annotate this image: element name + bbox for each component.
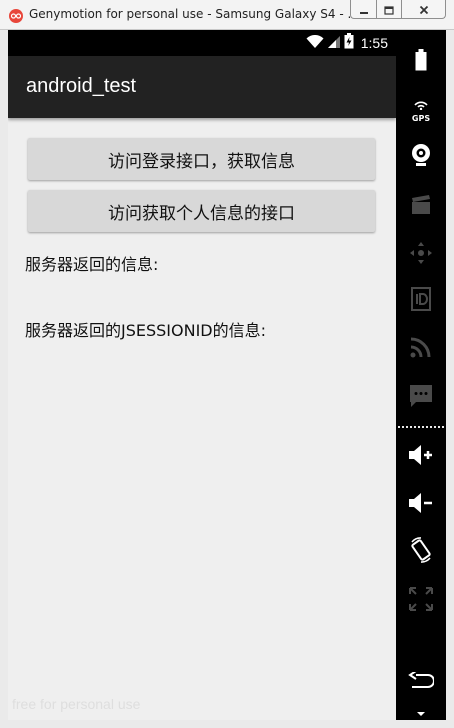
gps-icon bbox=[413, 95, 429, 114]
maximize-icon bbox=[384, 0, 394, 19]
close-icon bbox=[419, 0, 429, 19]
pixel-perfect-button[interactable] bbox=[396, 586, 446, 616]
app-title: android_test bbox=[26, 75, 137, 97]
volume-down-icon bbox=[408, 492, 434, 518]
status-time: 1:55 bbox=[360, 35, 388, 51]
battery-icon bbox=[344, 33, 354, 53]
action-bar: android_test bbox=[8, 56, 396, 118]
cast-icon bbox=[410, 336, 432, 362]
personal-use-watermark: free for personal use bbox=[12, 696, 141, 712]
window-controls bbox=[350, 0, 446, 20]
toolbar-divider bbox=[398, 426, 444, 428]
window-frame-bottom bbox=[0, 720, 454, 728]
window-frame-left bbox=[0, 30, 8, 728]
cast-widget-button[interactable] bbox=[396, 336, 446, 362]
android-screen: 1:55 android_test 访问登录接口，获取信息 访问获取个人信息的接… bbox=[8, 30, 396, 720]
status-bar: 1:55 bbox=[8, 30, 396, 56]
window-frame-right bbox=[446, 30, 454, 728]
gps-widget-button[interactable]: GPS bbox=[396, 95, 446, 123]
webcam-icon bbox=[411, 143, 431, 171]
capture-widget-button[interactable] bbox=[396, 194, 446, 220]
menu-down-icon bbox=[416, 702, 426, 721]
genymotion-logo-icon bbox=[9, 8, 23, 23]
window-title: Genymotion for personal use - Samsung Ga… bbox=[29, 7, 359, 21]
dpad-icon bbox=[409, 241, 433, 269]
jsessionid-label: 服务器返回的JSESSIONID的信息: bbox=[25, 321, 267, 340]
volume-up-icon bbox=[408, 444, 434, 470]
window-title-bar: Genymotion for personal use - Samsung Ga… bbox=[0, 0, 454, 30]
dpad-widget-button[interactable] bbox=[396, 242, 446, 268]
sms-widget-button[interactable] bbox=[396, 384, 446, 412]
battery-widget-button[interactable] bbox=[396, 49, 446, 75]
close-button[interactable] bbox=[401, 0, 446, 19]
clapperboard-icon bbox=[411, 195, 431, 219]
rotate-icon bbox=[409, 537, 433, 567]
volume-down-button[interactable] bbox=[396, 492, 446, 518]
server-response-label: 服务器返回的信息: bbox=[25, 255, 159, 274]
id-icon bbox=[411, 287, 431, 315]
minimize-icon bbox=[359, 0, 369, 19]
login-api-button[interactable]: 访问登录接口，获取信息 bbox=[28, 138, 375, 180]
signal-icon bbox=[327, 34, 341, 53]
scale-icon bbox=[408, 586, 434, 616]
device-id-widget-button[interactable] bbox=[396, 287, 446, 315]
rotate-button[interactable] bbox=[396, 537, 446, 567]
wifi-icon bbox=[306, 34, 324, 53]
minimize-button[interactable] bbox=[350, 0, 376, 19]
battery-icon bbox=[415, 49, 427, 75]
genymotion-toolbar: GPS bbox=[396, 30, 446, 720]
toolbar-more-button[interactable] bbox=[396, 706, 446, 716]
webcam-widget-button[interactable] bbox=[396, 144, 446, 170]
status-icons: 1:55 bbox=[306, 33, 388, 53]
personal-info-api-button[interactable]: 访问获取个人信息的接口 bbox=[28, 190, 375, 232]
sms-icon bbox=[409, 384, 433, 412]
back-button[interactable] bbox=[396, 670, 446, 694]
back-icon bbox=[408, 670, 435, 694]
volume-up-button[interactable] bbox=[396, 444, 446, 470]
maximize-button[interactable] bbox=[376, 0, 401, 19]
gps-label: GPS bbox=[411, 114, 431, 123]
